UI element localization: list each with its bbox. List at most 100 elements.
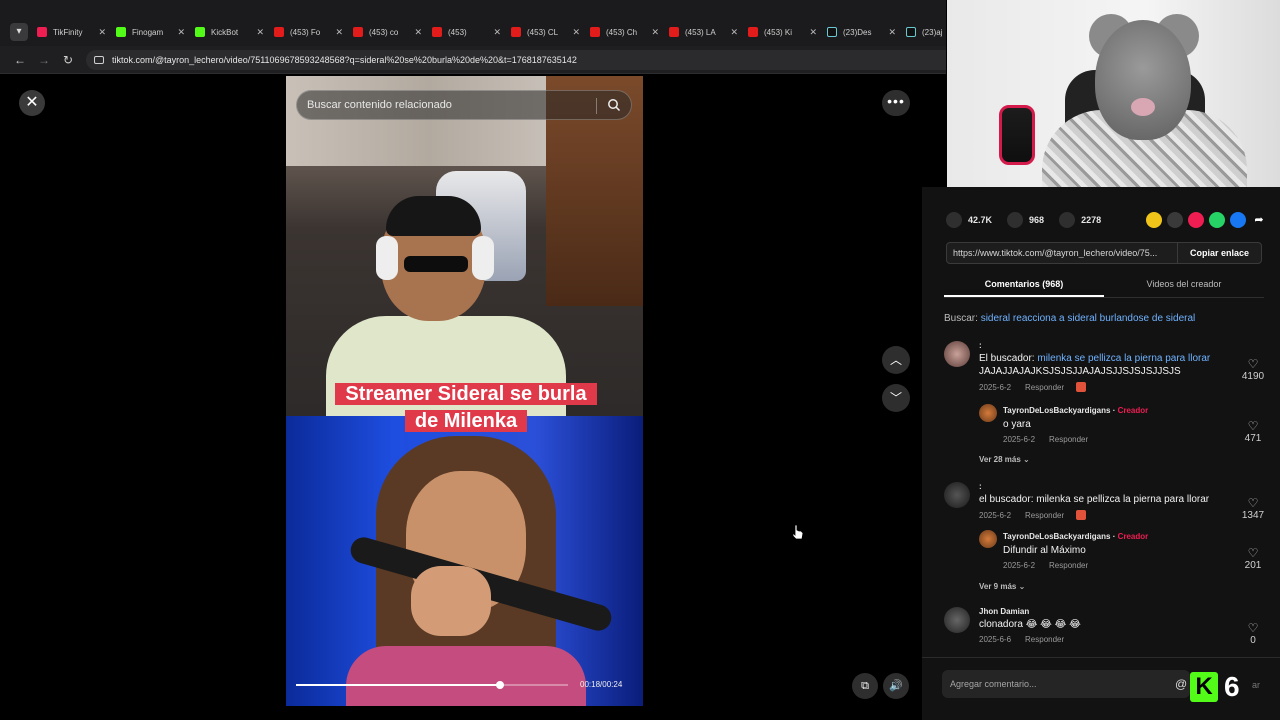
comment-like[interactable]: ♡ 1347: [1238, 496, 1268, 521]
comment-like[interactable]: ♡ 4190: [1238, 357, 1268, 382]
previous-video-button[interactable]: ︿: [882, 346, 910, 374]
kick-icon: [116, 27, 126, 37]
reply-button[interactable]: Responder: [1025, 383, 1064, 392]
avatar[interactable]: [944, 341, 970, 367]
browser-tab[interactable]: (23)Des ✕: [822, 22, 901, 42]
whatsapp-icon[interactable]: [1209, 212, 1225, 228]
next-video-button[interactable]: ﹀: [882, 384, 910, 412]
avatar[interactable]: [979, 530, 997, 548]
browser-tab[interactable]: (453) co ✕: [348, 22, 427, 42]
url-field[interactable]: tiktok.com/@tayron_lechero/video/7511069…: [86, 50, 946, 70]
reply-like[interactable]: ♡ 471: [1238, 419, 1268, 444]
youtube-icon: [353, 27, 363, 37]
gift-icon[interactable]: [1076, 510, 1087, 520]
close-tab-icon[interactable]: ✕: [572, 27, 580, 38]
tab-label: (453) co: [369, 27, 399, 37]
avatar[interactable]: [944, 607, 970, 633]
reply-button[interactable]: Responder: [1049, 561, 1088, 570]
save-action[interactable]: 2278: [1059, 212, 1101, 228]
browser-tab[interactable]: Finogam ✕: [111, 22, 190, 42]
save-count: 2278: [1081, 215, 1102, 225]
kick-icon: [195, 27, 205, 37]
avatar[interactable]: [979, 404, 997, 422]
reload-icon[interactable]: ↻: [60, 52, 76, 68]
browser-tab[interactable]: (453) LA ✕: [664, 22, 743, 42]
video-player[interactable]: Streamer Sideral se burla de Milenka: [286, 76, 643, 706]
view-more-replies[interactable]: Ver 28 más ⌄: [979, 455, 1030, 464]
embed-icon[interactable]: [1167, 212, 1183, 228]
post-comment-button[interactable]: ar: [1252, 680, 1260, 690]
progress-handle[interactable]: [496, 681, 504, 689]
tab-label: (453) Ki: [764, 27, 793, 37]
add-comment-input[interactable]: Agregar comentario...: [942, 670, 1190, 698]
reply-username[interactable]: TayronDeLosBackyardigans: [1003, 532, 1110, 541]
browser-tab[interactable]: (453) CL ✕: [506, 22, 585, 42]
close-tab-icon[interactable]: ✕: [809, 27, 817, 38]
comment-username[interactable]: :: [979, 341, 1229, 350]
browser-tab[interactable]: (453) ✕: [427, 22, 506, 42]
browser-tab[interactable]: (453) Ch ✕: [585, 22, 664, 42]
reply-username[interactable]: TayronDeLosBackyardigans: [1003, 406, 1110, 415]
comment-username[interactable]: Jhon Damian: [979, 607, 1229, 616]
close-tab-icon[interactable]: ✕: [98, 27, 106, 38]
facebook-icon[interactable]: [1230, 212, 1246, 228]
comment-username[interactable]: :: [979, 482, 1229, 491]
reply-text: Difundir al Máximo: [1003, 545, 1086, 556]
site-settings-icon[interactable]: [94, 56, 104, 64]
close-tab-icon[interactable]: ✕: [335, 27, 343, 38]
tab-label: (453): [448, 27, 467, 37]
close-tab-icon[interactable]: ✕: [414, 27, 422, 38]
tab-list-dropdown[interactable]: ▾: [10, 23, 28, 41]
avatar[interactable]: [944, 482, 970, 508]
close-tab-icon[interactable]: ✕: [888, 27, 896, 38]
browser-tab[interactable]: KickBot ✕: [190, 22, 269, 42]
reply-button[interactable]: Responder: [1025, 511, 1064, 520]
like-action[interactable]: 42.7K: [946, 212, 992, 228]
search-suggestion[interactable]: Buscar: sideral reacciona a sideral burl…: [944, 313, 1195, 324]
send-icon[interactable]: [1188, 212, 1204, 228]
back-icon[interactable]: ←: [12, 52, 28, 68]
reply-like[interactable]: ♡ 201: [1238, 546, 1268, 571]
caption-line-2: de Milenka: [404, 410, 528, 432]
browser-tab[interactable]: (453) Fo ✕: [269, 22, 348, 42]
star-share-icon[interactable]: [1146, 212, 1162, 228]
comment-search-link[interactable]: milenka se pellizca la pierna para llora…: [1037, 353, 1210, 364]
tab-creator-videos[interactable]: Videos del creador: [1104, 276, 1264, 297]
view-more-replies[interactable]: Ver 9 más ⌄: [979, 582, 1025, 591]
mention-icon[interactable]: @: [1175, 677, 1187, 691]
share-link-url: https://www.tiktok.com/@tayron_lechero/v…: [953, 248, 1158, 258]
tab-label: KickBot: [211, 27, 239, 37]
reply-button[interactable]: Responder: [1025, 635, 1064, 644]
picture-in-picture-icon[interactable]: ⧉: [852, 673, 878, 699]
search-query-link[interactable]: sideral reacciona a sideral burlandose d…: [981, 313, 1196, 324]
volume-icon[interactable]: 🔊: [883, 673, 909, 699]
video-progress-bar[interactable]: [296, 681, 568, 689]
comment-like[interactable]: ♡ 0: [1238, 621, 1268, 646]
share-arrow-icon[interactable]: ➦: [1251, 212, 1267, 228]
bookmark-icon: [1059, 212, 1076, 228]
reply-like-count: 471: [1244, 433, 1262, 444]
gift-icon[interactable]: [1076, 382, 1087, 392]
comment-action[interactable]: 968: [1007, 212, 1044, 228]
close-tab-icon[interactable]: ✕: [493, 27, 501, 38]
browser-tab[interactable]: TikFinity ✕: [32, 22, 111, 42]
close-video-button[interactable]: ✕: [19, 90, 45, 116]
search-icon[interactable]: [607, 98, 621, 112]
copy-link-button[interactable]: Copiar enlace: [1177, 243, 1261, 263]
youtube-icon: [274, 27, 284, 37]
close-tab-icon[interactable]: ✕: [651, 27, 659, 38]
browser-tab[interactable]: (453) Ki ✕: [743, 22, 822, 42]
view-more-label: Ver 9 más: [979, 582, 1017, 591]
comment-count: 968: [1029, 215, 1045, 225]
more-options-button[interactable]: •••: [882, 90, 910, 116]
related-search-input[interactable]: Buscar contenido relacionado: [296, 90, 632, 120]
tab-comments[interactable]: Comentarios (968): [944, 276, 1104, 297]
reply-button[interactable]: Responder: [1049, 435, 1088, 444]
comment-like-count: 4190: [1241, 371, 1265, 382]
rat-mask: [1095, 20, 1191, 140]
close-tab-icon[interactable]: ✕: [730, 27, 738, 38]
forward-icon[interactable]: →: [36, 52, 52, 68]
close-tab-icon[interactable]: ✕: [256, 27, 264, 38]
close-tab-icon[interactable]: ✕: [177, 27, 185, 38]
tiktok-icon: [37, 27, 47, 37]
